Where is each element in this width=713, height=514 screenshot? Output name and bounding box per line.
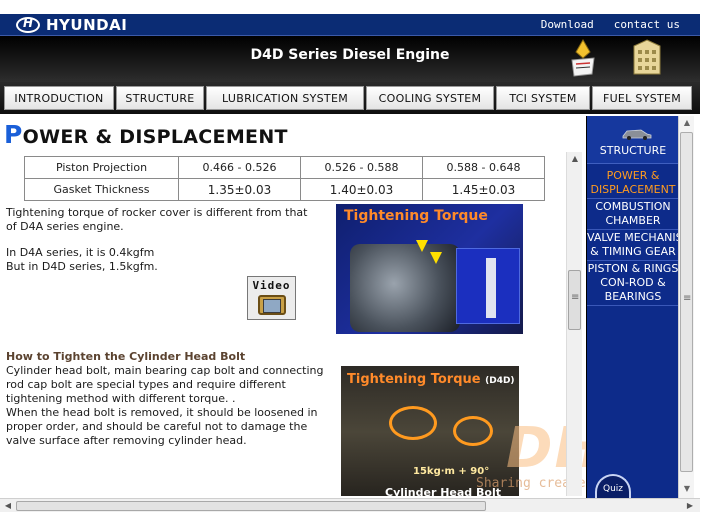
table-row: Gasket Thickness 1.35±0.03 1.40±0.03 1.4… <box>24 178 545 201</box>
sidebar-list: POWER & DISPLACEMENT COMBUSTION CHAMBER … <box>587 168 679 306</box>
car-icon <box>622 129 652 140</box>
image-caption: Cylinder Head Bolt <box>385 486 501 496</box>
highlight-ring <box>389 406 437 440</box>
section-heading: How to Tighten the Cylinder Head Bolt <box>6 350 246 363</box>
video-label: Video <box>252 279 291 292</box>
text-line: proper order, and should be careful not … <box>6 420 308 433</box>
table-cell: 1.40±0.03 <box>300 178 423 201</box>
engine-photo <box>350 244 460 332</box>
head-bolt-text: Cylinder head bolt, main bearing cap bol… <box>6 364 323 448</box>
hyundai-emblem-icon <box>16 16 40 33</box>
sidebar-item-power-displacement[interactable]: POWER & DISPLACEMENT <box>587 168 679 199</box>
table-cell: Gasket Thickness <box>24 178 179 201</box>
table-cell: 0.466 - 0.526 <box>178 156 301 179</box>
sidebar-item-label: PISTON & RINGS <box>587 262 679 275</box>
video-button[interactable]: Video <box>247 276 296 320</box>
tab-fuel-system[interactable]: FUEL SYSTEM <box>592 86 692 110</box>
text-line: But in D4D series, 1.5kgfm. <box>6 260 158 273</box>
table-row: Piston Projection 0.466 - 0.526 0.526 - … <box>24 156 545 179</box>
emblem-icon[interactable] <box>568 38 598 78</box>
table-cell: Piston Projection <box>24 156 179 179</box>
table-cell: 1.35±0.03 <box>178 178 301 201</box>
quiz-label: Quiz <box>602 484 623 494</box>
nav-tabs: INTRODUCTION STRUCTURE LUBRICATION SYSTE… <box>4 86 692 110</box>
top-links: Download contact us <box>541 18 680 31</box>
sidebar-item-label: CON-ROD & <box>600 276 666 289</box>
sidebar-item-combustion-chamber[interactable]: COMBUSTION CHAMBER <box>587 199 679 230</box>
top-bar: HYUNDAI Download contact us <box>0 14 700 36</box>
scroll-left-icon[interactable]: ◀ <box>2 499 14 512</box>
sidebar-header-label: STRUCTURE <box>599 144 667 157</box>
scrollbar-thumb[interactable] <box>680 132 693 472</box>
building-icon[interactable] <box>630 38 664 78</box>
page-scrollbar[interactable]: ▲ ▼ <box>678 116 694 498</box>
tightening-torque-image: Tightening Torque <box>336 204 523 334</box>
logo-text: HYUNDAI <box>46 16 128 34</box>
contact-us-link[interactable]: contact us <box>614 18 680 31</box>
sidebar-header: STRUCTURE <box>587 116 679 164</box>
scroll-up-icon[interactable]: ▲ <box>567 152 583 166</box>
sidebar-item-label: POWER & <box>606 169 660 182</box>
text-line: In D4A series, it is 0.4kgfm <box>6 246 155 259</box>
text-line: tightening method with different torque.… <box>6 392 236 405</box>
tab-cooling-system[interactable]: COOLING SYSTEM <box>366 86 494 110</box>
sidebar: STRUCTURE POWER & DISPLACEMENT COMBUSTIO… <box>586 116 679 500</box>
torque-text: Tightening torque of rocker cover is dif… <box>6 206 307 274</box>
scrollbar-thumb[interactable] <box>568 270 581 330</box>
table-cell: 0.588 - 0.648 <box>422 156 545 179</box>
text-line: rod cap bolt are special types and requi… <box>6 378 286 391</box>
image-title: Tightening Torque <box>344 208 488 224</box>
table-cell: 1.45±0.03 <box>422 178 545 201</box>
arrow-down-icon <box>430 252 442 264</box>
sidebar-item-label: BEARINGS <box>604 290 662 303</box>
sidebar-item-label: CHAMBER <box>605 214 661 227</box>
image-title-suffix: (D4D) <box>485 376 515 386</box>
sidebar-item-label: & TIMING GEAR <box>590 245 676 258</box>
tab-lubrication-system[interactable]: LUBRICATION SYSTEM <box>206 86 364 110</box>
scroll-down-icon[interactable]: ▼ <box>679 482 695 496</box>
torque-value-label: 15kg·m + 90° <box>413 466 490 477</box>
sidebar-item-label: VALVE MECHANISM <box>587 231 679 244</box>
page-title-rest: OWER & DISPLACEMENT <box>22 126 288 148</box>
text-line: Tightening torque of rocker cover is dif… <box>6 206 308 219</box>
scroll-up-icon[interactable]: ▲ <box>679 116 695 130</box>
page-title-initial: P <box>4 120 23 149</box>
tv-icon <box>258 295 286 315</box>
tab-structure[interactable]: STRUCTURE <box>116 86 204 110</box>
hyundai-logo[interactable]: HYUNDAI <box>16 16 127 34</box>
table-cell: 0.526 - 0.588 <box>300 156 423 179</box>
horizontal-scrollbar[interactable]: ◀ ▶ <box>0 498 700 512</box>
download-link[interactable]: Download <box>541 18 594 31</box>
tab-tci-system[interactable]: TCI SYSTEM <box>496 86 590 110</box>
sidebar-item-label: DISPLACEMENT <box>590 183 676 196</box>
sidebar-item-label: COMBUSTION <box>595 200 671 213</box>
content-pane: POWER & DISPLACEMENT Piston Projection 0… <box>0 116 566 496</box>
quiz-button[interactable]: Quiz <box>595 474 631 500</box>
text-line: of D4A series engine. <box>6 220 124 233</box>
header-banner: D4D Series Diesel Engine <box>0 36 700 82</box>
scrollbar-thumb[interactable] <box>16 501 486 511</box>
scroll-right-icon[interactable]: ▶ <box>684 499 696 512</box>
text-line: Cylinder head bolt, main bearing cap bol… <box>6 364 324 377</box>
tab-introduction[interactable]: INTRODUCTION <box>4 86 114 110</box>
cylinder-head-bolt-image: Tightening Torque (D4D) 15kg·m + 90° Cyl… <box>341 366 519 496</box>
highlight-ring <box>453 416 493 446</box>
image-title: Tightening Torque (D4D) <box>347 372 515 387</box>
app-window: HYUNDAI Download contact us D4D Series D… <box>0 0 713 514</box>
page-title: POWER & DISPLACEMENT <box>4 120 288 149</box>
arrow-down-icon <box>416 240 428 252</box>
spec-table: Piston Projection 0.466 - 0.526 0.526 - … <box>24 156 545 201</box>
image-title-main: Tightening Torque <box>347 372 481 387</box>
text-line: When the head bolt is removed, it should… <box>6 406 318 419</box>
content-scrollbar[interactable]: ▲ <box>566 152 582 496</box>
text-line: valve surface after removing cylinder he… <box>6 434 247 447</box>
bolt-icon <box>486 258 496 318</box>
main-nav: INTRODUCTION STRUCTURE LUBRICATION SYSTE… <box>0 82 700 114</box>
sidebar-item-valve-mechanism[interactable]: VALVE MECHANISM & TIMING GEAR <box>587 230 679 261</box>
sidebar-item-piston-rings[interactable]: PISTON & RINGS CON-ROD & BEARINGS <box>587 261 679 306</box>
